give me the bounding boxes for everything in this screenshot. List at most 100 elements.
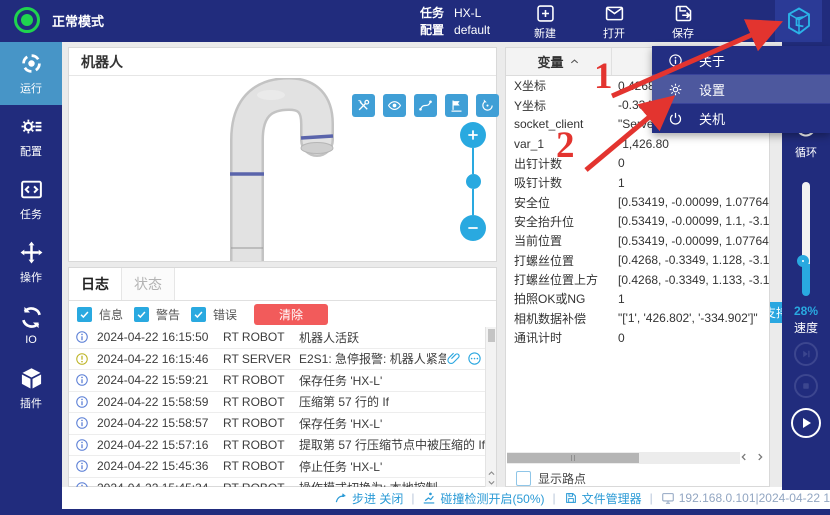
robot-tool-path-icon[interactable] bbox=[414, 94, 437, 117]
save-icon bbox=[673, 3, 694, 24]
minus-icon bbox=[466, 221, 480, 235]
log-entry[interactable]: 2024-04-22 15:59:21 RT ROBOT 保存任务 'HX-L' bbox=[69, 370, 486, 392]
info-icon bbox=[75, 459, 89, 473]
sidebar-item-3[interactable]: 操作 bbox=[0, 231, 62, 294]
variable-row[interactable]: 打螺丝位置 [0.4268, -0.3349, 1.128, -3.14159,… bbox=[506, 251, 769, 270]
robot-tool-tools-icon[interactable] bbox=[352, 94, 375, 117]
zoom-slider-handle[interactable] bbox=[466, 174, 481, 189]
log-entry[interactable]: 2024-04-22 15:45:34 RT ROBOT 操作模式切换为: 本地… bbox=[69, 478, 486, 488]
topbar-actions: 新建打开保存 bbox=[517, 3, 711, 41]
flag-icon bbox=[449, 98, 464, 113]
eye-icon bbox=[387, 98, 402, 113]
paperclip-icon[interactable] bbox=[446, 351, 461, 366]
mode-label: 正常模式 bbox=[52, 11, 104, 30]
statusbar-item-1[interactable]: 碰撞检测开启(50%) bbox=[422, 490, 544, 507]
log-entry[interactable]: 2024-04-22 15:45:36 RT ROBOT 停止任务 'HX-L' bbox=[69, 456, 486, 478]
bottom-edge-strip bbox=[0, 509, 830, 515]
network-icon bbox=[661, 491, 675, 505]
app-logo-button[interactable] bbox=[775, 0, 822, 42]
robot-panel-title: 机器人 bbox=[69, 48, 496, 76]
log-scrollbar[interactable] bbox=[485, 327, 496, 487]
variable-row[interactable]: 拍照OK或NG 1 bbox=[506, 289, 769, 308]
speed-label: 速度 bbox=[782, 319, 830, 336]
file-manager-icon bbox=[564, 491, 578, 505]
robot-tool-eye-icon[interactable] bbox=[383, 94, 406, 117]
topbar-action-2[interactable]: 保存 bbox=[655, 3, 711, 41]
menu-item-1[interactable]: 设置 bbox=[652, 75, 830, 104]
power-icon bbox=[668, 111, 683, 126]
topbar-action-1[interactable]: 打开 bbox=[586, 3, 642, 41]
chevron-right-icon[interactable] bbox=[755, 452, 765, 462]
variable-row[interactable]: 相机数据补偿 "['1', '426.802', '-334.902']" bbox=[506, 309, 769, 328]
variable-row[interactable]: 出钉计数 0 bbox=[506, 154, 769, 173]
variables-header-label: 变量 bbox=[537, 52, 563, 71]
statusbar-item-0[interactable]: 步进 关闭 bbox=[334, 490, 403, 507]
log-entry[interactable]: 2024-04-22 16:15:46 RT SERVER E2S1: 急停报警… bbox=[69, 349, 486, 371]
topbar-action-0[interactable]: 新建 bbox=[517, 3, 573, 41]
variable-row[interactable]: 打螺丝位置上方 [0.4268, -0.3349, 1.133, -3.1415… bbox=[506, 270, 769, 289]
mode-indicator[interactable]: 正常模式 bbox=[14, 7, 104, 33]
stop-icon bbox=[800, 380, 812, 392]
io-icon bbox=[19, 305, 44, 330]
log-entry[interactable]: 2024-04-22 15:58:57 RT ROBOT 保存任务 'HX-L' bbox=[69, 413, 486, 435]
zoom-in-button[interactable] bbox=[460, 122, 486, 148]
status-ring-icon bbox=[14, 7, 40, 33]
warning-icon bbox=[75, 352, 89, 366]
variable-row[interactable]: 通讯计时 0 bbox=[506, 328, 769, 347]
speed-slider[interactable] bbox=[802, 182, 810, 296]
sidebar-item-1[interactable]: 配置 bbox=[0, 105, 62, 168]
variable-row[interactable]: 当前位置 [0.53419, -0.00099, 1.07764, -3.140… bbox=[506, 231, 769, 250]
log-panel: 日志状态 信息警告错误清除 2024-04-22 16:15:50 RT ROB… bbox=[68, 267, 497, 487]
info-icon bbox=[75, 395, 89, 409]
info-icon bbox=[75, 330, 89, 344]
menu-item-2[interactable]: 关机 bbox=[652, 104, 830, 133]
log-entry[interactable]: 2024-04-22 15:57:16 RT ROBOT 提取第 57 行压缩节… bbox=[69, 435, 486, 457]
sidebar-item-4[interactable]: IO bbox=[0, 294, 62, 357]
log-entry[interactable]: 2024-04-22 16:15:50 RT ROBOT 机器人活跃 bbox=[69, 327, 486, 349]
variable-row[interactable]: var_1 "1,426.80 bbox=[506, 134, 769, 153]
statusbar-item-2[interactable]: 文件管理器 bbox=[564, 490, 642, 507]
zoom-out-button[interactable] bbox=[460, 215, 486, 241]
step-forward-button[interactable] bbox=[794, 342, 818, 366]
log-tab-1[interactable]: 状态 bbox=[122, 268, 175, 300]
new-file-icon bbox=[535, 3, 556, 24]
filter-checkbox-1[interactable] bbox=[134, 307, 149, 322]
sidebar-item-5[interactable]: 插件 bbox=[0, 357, 62, 420]
task-value: HX-L bbox=[454, 6, 481, 20]
variable-row[interactable]: 安全位 [0.53419, -0.00099, 1.07764, -3.1404… bbox=[506, 192, 769, 211]
robot-3d-view[interactable] bbox=[209, 78, 339, 261]
variable-row[interactable]: 吸钉计数 1 bbox=[506, 173, 769, 192]
log-tab-0[interactable]: 日志 bbox=[69, 268, 122, 300]
filter-checkbox-2[interactable] bbox=[191, 307, 206, 322]
chevron-up-icon[interactable] bbox=[487, 469, 496, 478]
menu-item-0[interactable]: 关于 bbox=[652, 46, 830, 75]
log-scrollbar-thumb[interactable] bbox=[488, 329, 495, 342]
more-icon[interactable] bbox=[467, 351, 482, 366]
log-list: 2024-04-22 16:15:50 RT ROBOT 机器人活跃 2024-… bbox=[69, 327, 486, 487]
variables-sort-header[interactable]: 变量 bbox=[506, 48, 612, 75]
tools-icon bbox=[356, 98, 371, 113]
task-label: 任务 bbox=[420, 4, 444, 21]
variables-hscrollbar[interactable] bbox=[507, 452, 740, 464]
robot-tool-rotate-icon[interactable] bbox=[476, 94, 499, 117]
filter-checkbox-0[interactable] bbox=[77, 307, 92, 322]
robot-tool-flag-icon[interactable] bbox=[445, 94, 468, 117]
sidebar-item-0[interactable]: 运行 bbox=[0, 42, 62, 105]
stop-button[interactable] bbox=[794, 374, 818, 398]
chevron-down-icon[interactable] bbox=[487, 478, 496, 487]
gear-icon bbox=[668, 82, 683, 97]
log-entry[interactable]: 2024-04-22 15:58:59 RT ROBOT 压缩第 57 行的 I… bbox=[69, 392, 486, 414]
step-mode-icon bbox=[334, 491, 348, 505]
speed-slider-handle[interactable] bbox=[797, 255, 809, 267]
statusbar-item-3[interactable]: 192.168.0.101|2024-04-22 16:16:41 bbox=[661, 491, 830, 505]
variables-hscrollbar-thumb[interactable] bbox=[507, 453, 639, 463]
play-icon bbox=[798, 415, 814, 431]
plugin-icon bbox=[19, 366, 44, 391]
show-waypoints-checkbox[interactable] bbox=[516, 471, 531, 486]
play-button[interactable] bbox=[791, 408, 821, 438]
variable-row[interactable]: 安全抬升位 [0.53419, -0.00099, 1.1, -3.14048,… bbox=[506, 212, 769, 231]
clear-log-button[interactable]: 清除 bbox=[254, 304, 328, 325]
info-icon bbox=[75, 438, 89, 452]
chevron-left-icon[interactable] bbox=[739, 452, 749, 462]
sidebar-item-2[interactable]: 任务 bbox=[0, 168, 62, 231]
